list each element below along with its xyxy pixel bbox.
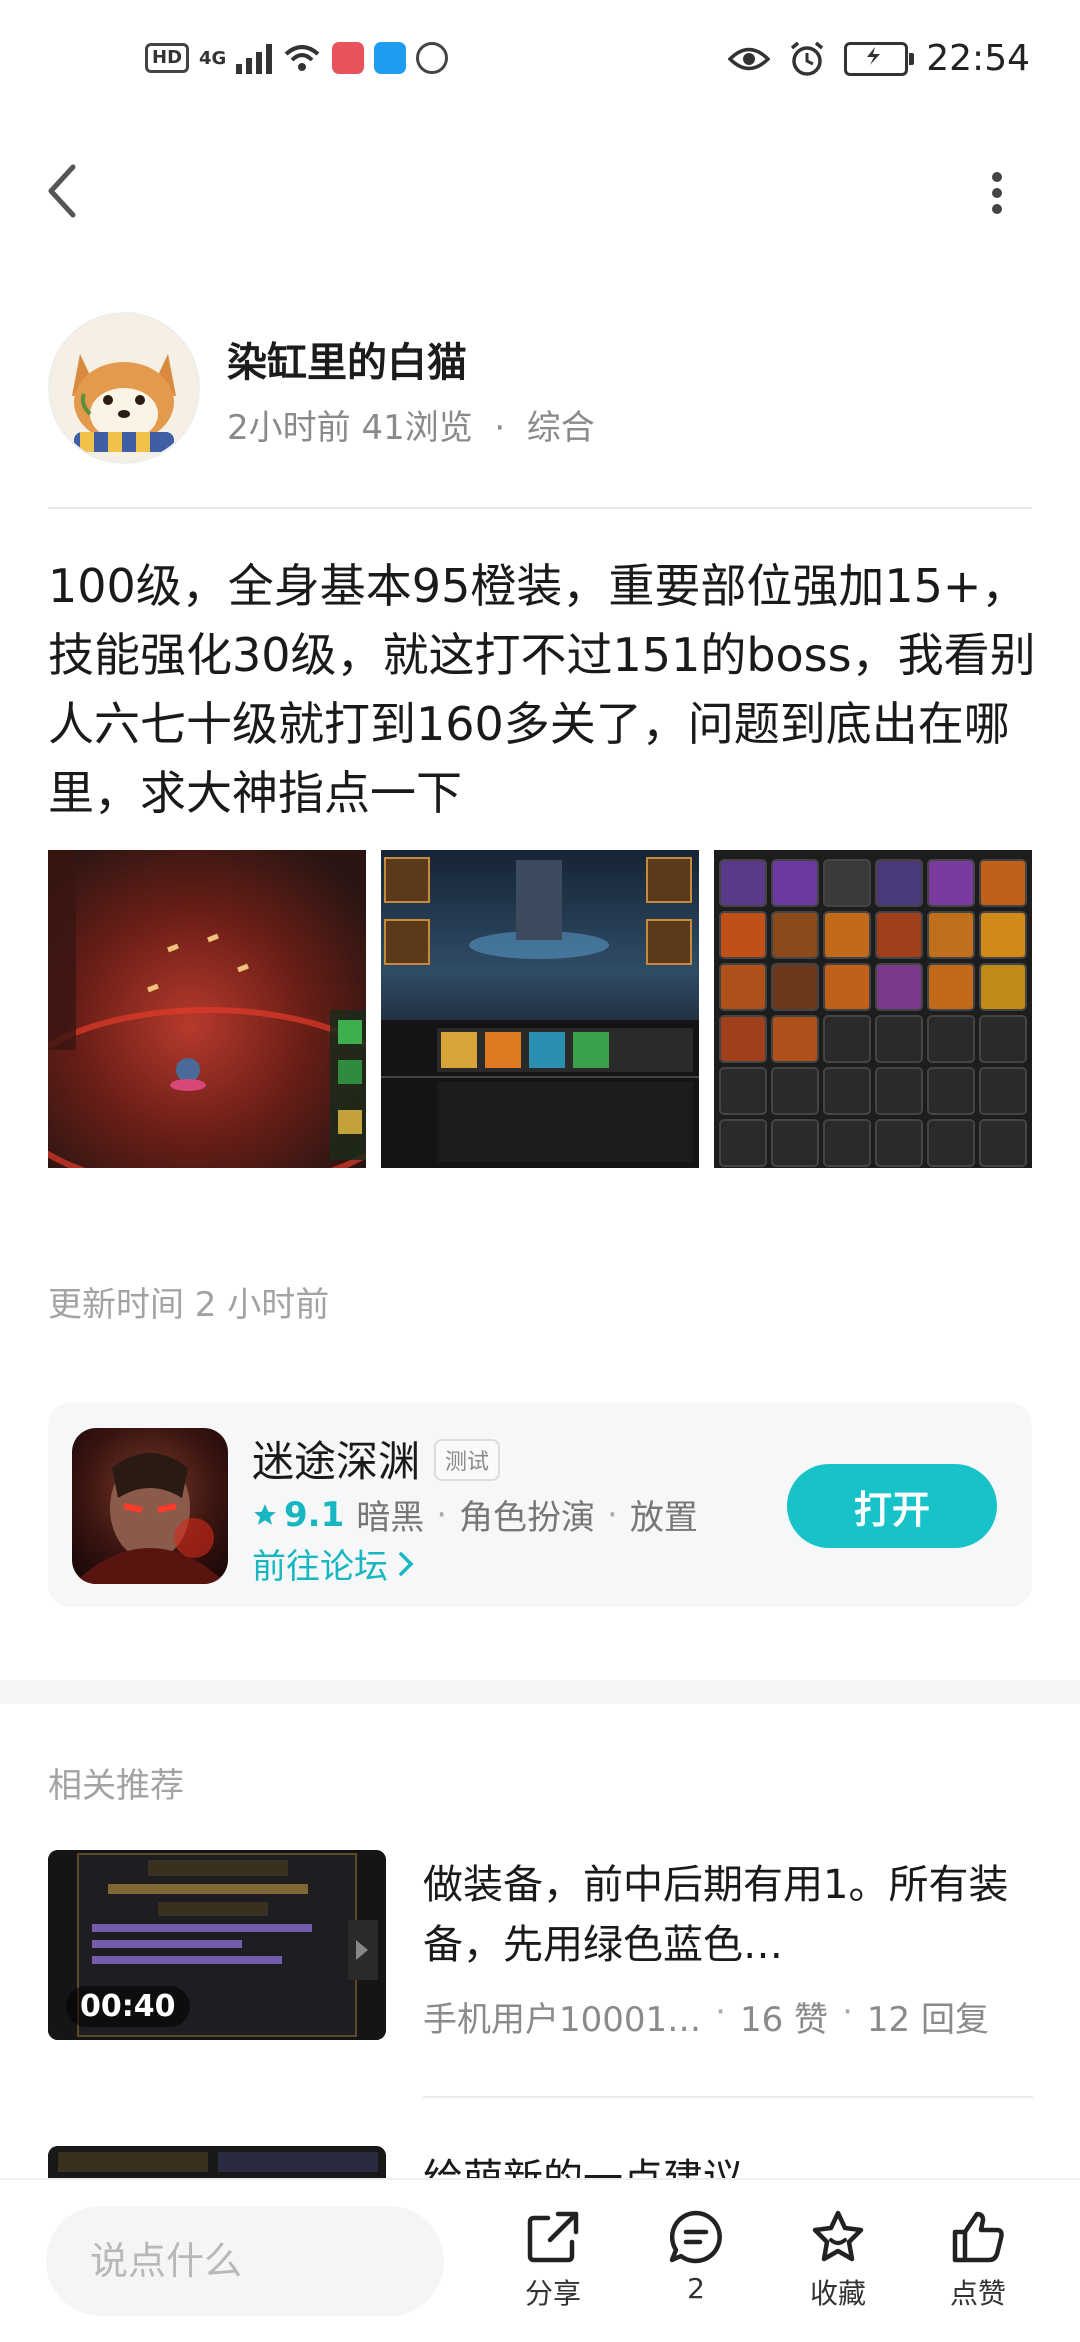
game-name[interactable]: 迷途深渊 xyxy=(252,1428,420,1489)
game-rating: 9.1 xyxy=(252,1495,344,1535)
more-options-icon[interactable] xyxy=(990,170,1004,216)
status-left: HD 4G xyxy=(145,42,449,74)
post-image-3[interactable] xyxy=(714,850,1032,1168)
inventory-grid-image xyxy=(719,859,1027,1167)
status-bar: HD 4G 22:54 xyxy=(0,0,1080,130)
tag-3: 放置 xyxy=(629,1498,698,1538)
post-category: 综合 xyxy=(526,408,595,448)
related-item-title[interactable]: 做装备，前中后期有用1。所有装备，先用绿色蓝色… xyxy=(423,1855,1013,1975)
video-duration: 00:40 xyxy=(66,1986,190,2027)
shiba-avatar-icon xyxy=(50,314,198,462)
post-image-1[interactable] xyxy=(48,850,366,1168)
favorite-label: 收藏 xyxy=(809,2277,866,2310)
clock: 22:54 xyxy=(926,38,1030,79)
hand-app-icon xyxy=(416,42,449,74)
forum-link[interactable]: 前往论坛 xyxy=(252,1539,416,1588)
share-label: 分享 xyxy=(524,2277,581,2310)
post-time: 2小时前 xyxy=(227,408,351,448)
battery-icon xyxy=(844,41,915,76)
related-item-replies: 12 回复 xyxy=(866,2000,989,2040)
wifi-icon xyxy=(285,45,320,71)
game-meta: 9.1 暗黑 · 角色扮演 · 放置 xyxy=(252,1490,698,1539)
network-type: 4G xyxy=(199,47,227,69)
related-title: 相关推荐 xyxy=(48,1766,184,1806)
test-badge: 测试 xyxy=(434,1439,501,1481)
back-arrow-icon[interactable] xyxy=(45,163,81,219)
section-divider xyxy=(0,1680,1080,1704)
share-button[interactable]: 分享 xyxy=(503,2208,603,2312)
divider xyxy=(48,507,1032,509)
divider xyxy=(423,2096,1033,2098)
app-notification-icon xyxy=(332,42,365,74)
hd-indicator: HD xyxy=(145,43,190,73)
eye-icon xyxy=(728,47,771,70)
avatar[interactable] xyxy=(48,312,200,464)
chevron-right-icon xyxy=(399,1551,414,1576)
forum-link-label: 前往论坛 xyxy=(252,1547,388,1587)
tag-1: 暗黑 xyxy=(356,1498,425,1538)
related-item-author: 手机用户10001… xyxy=(423,2000,702,2040)
meta-separator: · xyxy=(715,1992,726,2032)
status-right: 22:54 xyxy=(728,38,1030,79)
like-label: 点赞 xyxy=(949,2277,1006,2310)
search-app-icon xyxy=(374,42,407,74)
view-count: 41浏览 xyxy=(361,408,473,448)
tag-separator: · xyxy=(607,1494,618,1535)
tag-separator: · xyxy=(436,1494,448,1535)
rating-value: 9.1 xyxy=(284,1494,345,1535)
comment-input[interactable] xyxy=(46,2206,444,2316)
comment-icon xyxy=(669,2210,722,2264)
tag-2: 角色扮演 xyxy=(459,1498,596,1538)
alarm-icon xyxy=(791,41,824,76)
comment-button[interactable]: 2 xyxy=(646,2208,746,2305)
game-hero-face-icon xyxy=(72,1453,228,1584)
share-icon xyxy=(527,2211,579,2263)
character-stats-image xyxy=(381,857,699,1168)
related-item-likes: 16 赞 xyxy=(739,2000,829,2040)
signal-icon xyxy=(236,42,273,74)
comment-count: 2 xyxy=(687,2272,705,2305)
open-game-button[interactable]: 打开 xyxy=(787,1464,997,1548)
post-meta: 2小时前 41浏览 · 综合 xyxy=(227,400,595,449)
meta-separator: · xyxy=(494,408,506,448)
meta-separator: · xyxy=(842,1992,853,2032)
post-image-2[interactable] xyxy=(381,850,699,1168)
like-button[interactable]: 点赞 xyxy=(928,2208,1028,2312)
thumbs-up-icon xyxy=(952,2211,1004,2263)
favorite-button[interactable]: 收藏 xyxy=(788,2208,888,2312)
author-name[interactable]: 染缸里的白猫 xyxy=(227,330,467,388)
game-icon[interactable] xyxy=(72,1428,228,1584)
battle-scene-image xyxy=(48,850,366,1168)
related-item-meta: 手机用户10001… · 16 赞 · 12 回复 xyxy=(423,1992,1033,2041)
post-content: 100级，全身基本95橙装，重要部位强加15+，技能强化30级，就这打不过151… xyxy=(48,559,1036,820)
star-outline-icon xyxy=(812,2210,864,2262)
update-time: 更新时间 2 小时前 xyxy=(48,1285,330,1325)
star-icon xyxy=(254,1503,276,1525)
